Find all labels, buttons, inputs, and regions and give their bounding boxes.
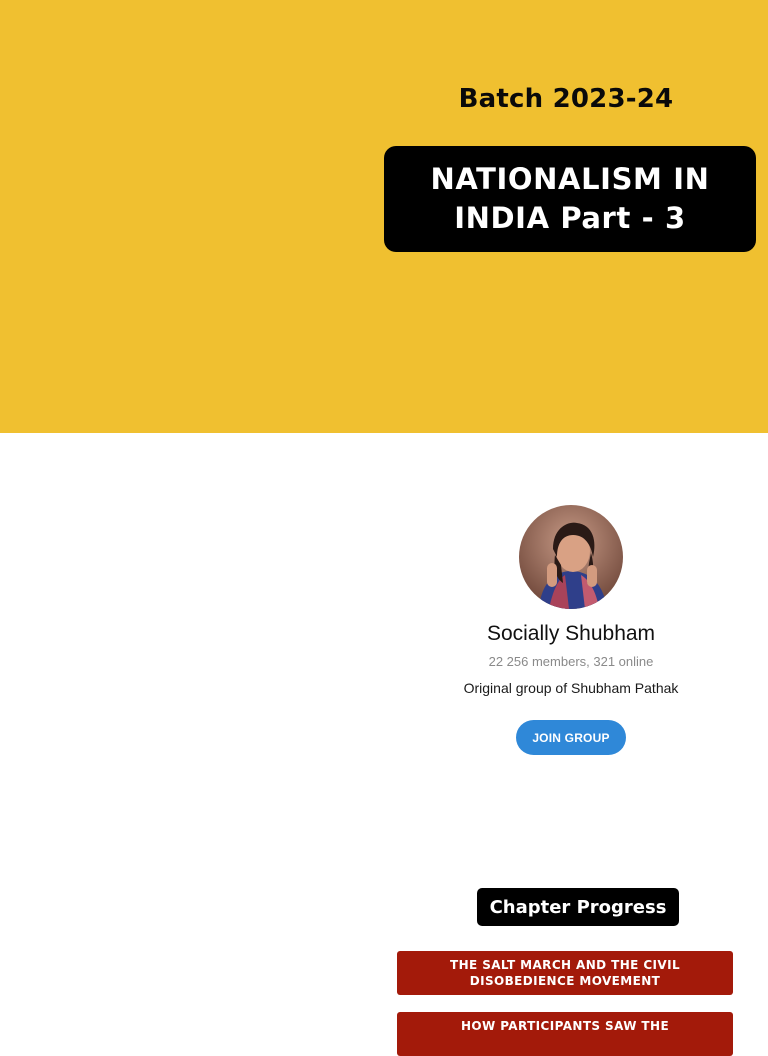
chapter-item-participants[interactable]: HOW PARTICIPANTS SAW THE: [397, 1012, 733, 1056]
chapter-item-salt-march[interactable]: THE SALT MARCH AND THE CIVIL DISOBEDIENC…: [397, 951, 733, 995]
group-description: Original group of Shubham Pathak: [463, 680, 679, 696]
page-title: NATIONALISM IN INDIA Part - 3: [430, 162, 710, 235]
batch-label: Batch 2023-24: [458, 84, 674, 114]
chapter-item-label: HOW PARTICIPANTS SAW THE: [460, 1019, 670, 1033]
group-name: Socially Shubham: [486, 622, 656, 645]
member-count: 22 256 members, 321 online: [488, 654, 654, 669]
title-box: NATIONALISM IN INDIA Part - 3: [384, 146, 756, 252]
chapter-progress-heading: Chapter Progress: [477, 888, 679, 926]
avatar: [519, 505, 623, 609]
profile-photo-icon: [519, 505, 623, 609]
chapter-item-label: THE SALT MARCH AND THE CIVIL DISOBEDIENC…: [450, 958, 680, 988]
join-group-button[interactable]: JOIN GROUP: [516, 720, 626, 755]
